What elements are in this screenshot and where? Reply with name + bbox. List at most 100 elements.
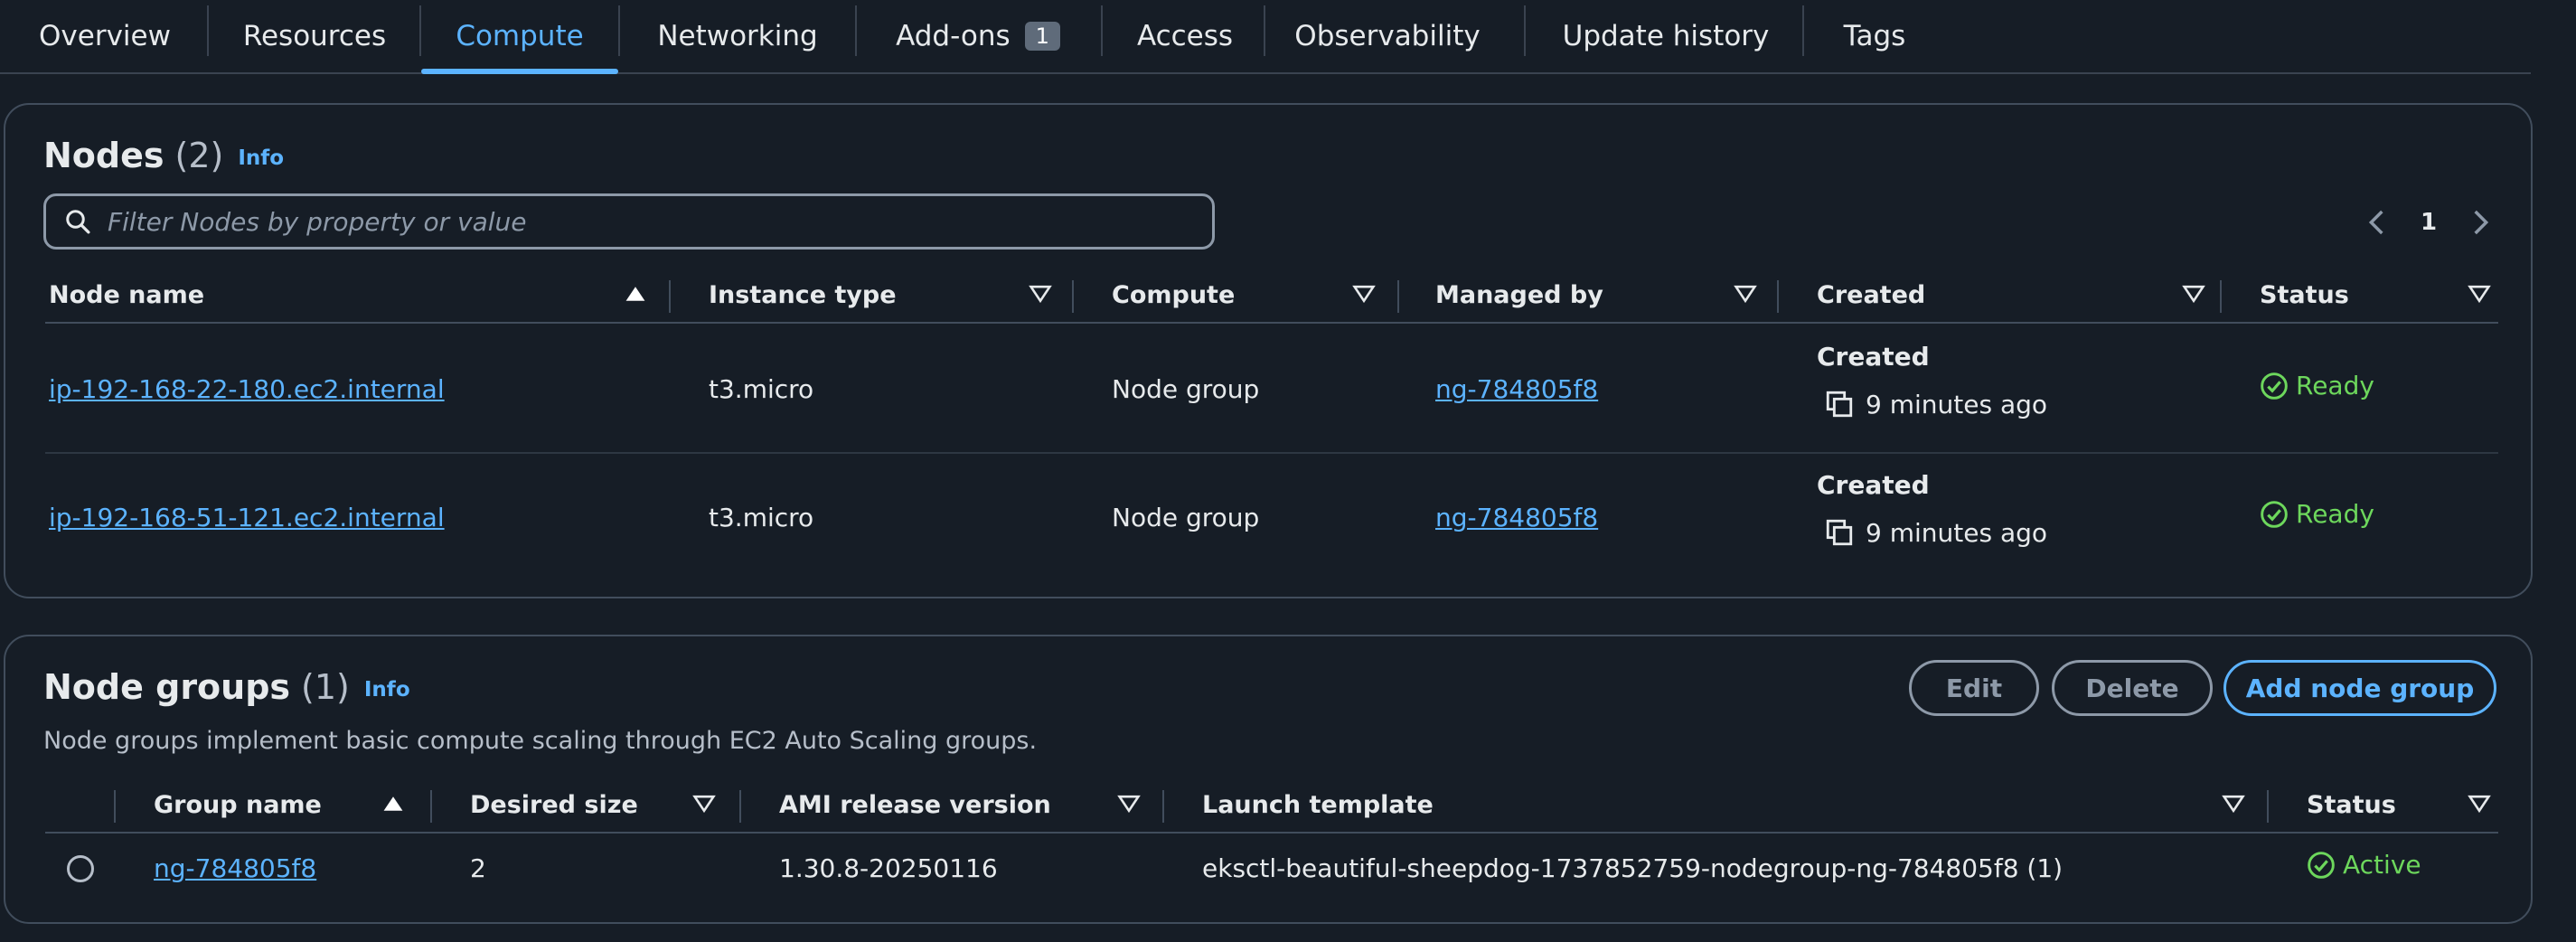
sort-caret-icon[interactable] <box>2222 792 2245 815</box>
col-status[interactable]: Status <box>2260 268 2349 322</box>
table-row: ip-192-168-51-121.ec2.internal t3.micro … <box>45 456 2498 584</box>
copy-icon[interactable] <box>1824 517 1855 548</box>
nodes-filter-field[interactable] <box>43 193 1215 250</box>
tab-networking[interactable]: Networking <box>633 0 842 72</box>
node-groups-panel: Node groups (1) Info Node groups implement… <box>4 635 2533 924</box>
tab-divider <box>207 5 209 56</box>
col-managed-by[interactable]: Managed by <box>1435 268 1603 322</box>
created-value: 9 minutes ago <box>1824 517 2047 548</box>
tab-observability[interactable]: Observability <box>1274 0 1500 72</box>
sort-caret-icon[interactable] <box>1734 282 1757 306</box>
tab-label: Networking <box>657 20 818 52</box>
node-groups-info-link[interactable]: Info <box>364 678 410 702</box>
col-node-name[interactable]: Node name <box>49 268 204 322</box>
ami-release-version-value: 1.30.8-20250116 <box>779 853 998 883</box>
status-badge: Active <box>2307 850 2421 880</box>
status-text: Active <box>2343 850 2421 880</box>
col-instance-type[interactable]: Instance type <box>709 268 897 322</box>
column-divider <box>1162 790 1164 823</box>
tab-label: Tags <box>1843 20 1906 52</box>
node-groups-title-text: Node groups <box>43 667 291 707</box>
tab-label: Observability <box>1294 20 1481 52</box>
tab-access[interactable]: Access <box>1115 0 1255 72</box>
row-select-radio[interactable] <box>67 855 94 882</box>
nodes-panel: Nodes(2) Info 1 Node name Instance type C… <box>4 103 2533 598</box>
add-ons-count-badge: 1 <box>1024 22 1060 51</box>
created-time-text: 9 minutes ago <box>1866 517 2048 548</box>
nodes-table-header: Node name Instance type Compute Managed … <box>45 268 2498 324</box>
node-name-link[interactable]: ip-192-168-22-180.ec2.internal <box>49 374 445 404</box>
column-divider <box>739 790 741 823</box>
sort-ascending-icon[interactable] <box>381 792 405 815</box>
column-divider <box>430 790 432 823</box>
sort-caret-icon[interactable] <box>1352 282 1376 306</box>
edit-button[interactable]: Edit <box>1909 660 2039 716</box>
nodes-count: (2) <box>174 136 224 175</box>
tab-divider <box>855 5 857 56</box>
status-badge: Ready <box>2260 371 2374 400</box>
column-divider <box>114 790 116 823</box>
node-groups-table-header: Group name Desired size AMI release vers… <box>45 777 2498 834</box>
tab-bar: Overview Resources Compute Networking Ad… <box>0 0 2531 74</box>
search-icon <box>66 210 90 234</box>
column-divider <box>669 280 671 313</box>
status-text: Ready <box>2296 371 2374 400</box>
chevron-right-icon[interactable] <box>2468 208 2493 237</box>
tab-add-ons[interactable]: Add-ons 1 <box>870 0 1086 72</box>
launch-template-value: eksctl-beautiful-sheepdog-1737852759-nod… <box>1202 853 2064 883</box>
instance-type-value: t3.micro <box>709 503 814 532</box>
col-status[interactable]: Status <box>2307 777 2396 832</box>
tab-tags[interactable]: Tags <box>1819 0 1931 72</box>
group-name-link[interactable]: ng-784805f8 <box>154 853 316 883</box>
node-name-link[interactable]: ip-192-168-51-121.ec2.internal <box>49 503 445 532</box>
col-desired-size[interactable]: Desired size <box>470 777 638 832</box>
column-divider <box>1072 280 1074 313</box>
column-divider <box>2267 790 2269 823</box>
nodes-title: Nodes (2) Info <box>43 136 284 175</box>
nodes-info-link[interactable]: Info <box>238 146 284 170</box>
created-value: 9 minutes ago <box>1824 389 2047 419</box>
tab-update-history[interactable]: Update history <box>1538 0 1793 72</box>
chevron-left-icon[interactable] <box>2364 208 2390 237</box>
status-badge: Ready <box>2260 499 2374 529</box>
tab-overview[interactable]: Overview <box>14 0 195 72</box>
col-created[interactable]: Created <box>1817 268 1925 322</box>
managed-by-link[interactable]: ng-784805f8 <box>1435 503 1598 532</box>
node-groups-count: (1) <box>301 667 350 707</box>
nodes-pagination: 1 <box>2364 203 2493 242</box>
sort-caret-icon[interactable] <box>1029 282 1052 306</box>
col-ami-release-version[interactable]: AMI release version <box>779 777 1051 832</box>
compute-value: Node group <box>1112 374 1260 404</box>
created-time-text: 9 minutes ago <box>1866 389 2048 419</box>
tab-label: Access <box>1136 20 1234 52</box>
table-row: ip-192-168-22-180.ec2.internal t3.micro … <box>45 325 2498 454</box>
tab-divider <box>1101 5 1103 56</box>
tab-compute[interactable]: Compute <box>421 0 618 74</box>
sort-caret-icon[interactable] <box>692 792 716 815</box>
add-node-group-button[interactable]: Add node group <box>2223 660 2496 716</box>
sort-caret-icon[interactable] <box>2468 792 2491 815</box>
tab-label: Compute <box>456 20 584 52</box>
tab-resources[interactable]: Resources <box>226 0 403 72</box>
sort-ascending-icon[interactable] <box>624 282 647 306</box>
col-compute[interactable]: Compute <box>1112 268 1235 322</box>
tab-divider <box>1524 5 1526 56</box>
delete-button[interactable]: Delete <box>2052 660 2213 716</box>
current-page-number[interactable]: 1 <box>2421 209 2437 236</box>
compute-value: Node group <box>1112 503 1260 532</box>
node-groups-description: Node groups implement basic compute scal… <box>43 727 1038 755</box>
instance-type-value: t3.micro <box>709 374 814 404</box>
col-group-name[interactable]: Group name <box>154 777 322 832</box>
check-circle-icon <box>2261 500 2288 528</box>
sort-caret-icon[interactable] <box>2182 282 2205 306</box>
sort-caret-icon[interactable] <box>2468 282 2491 306</box>
nodes-filter-input[interactable] <box>106 205 1172 238</box>
node-groups-title: Node groups (1) Info <box>43 667 410 707</box>
col-launch-template[interactable]: Launch template <box>1202 777 1434 832</box>
tab-divider <box>1264 5 1265 56</box>
check-circle-icon <box>2308 851 2335 879</box>
sort-caret-icon[interactable] <box>1117 792 1141 815</box>
copy-icon[interactable] <box>1824 389 1855 419</box>
managed-by-link[interactable]: ng-784805f8 <box>1435 374 1598 404</box>
column-divider <box>2220 280 2222 313</box>
